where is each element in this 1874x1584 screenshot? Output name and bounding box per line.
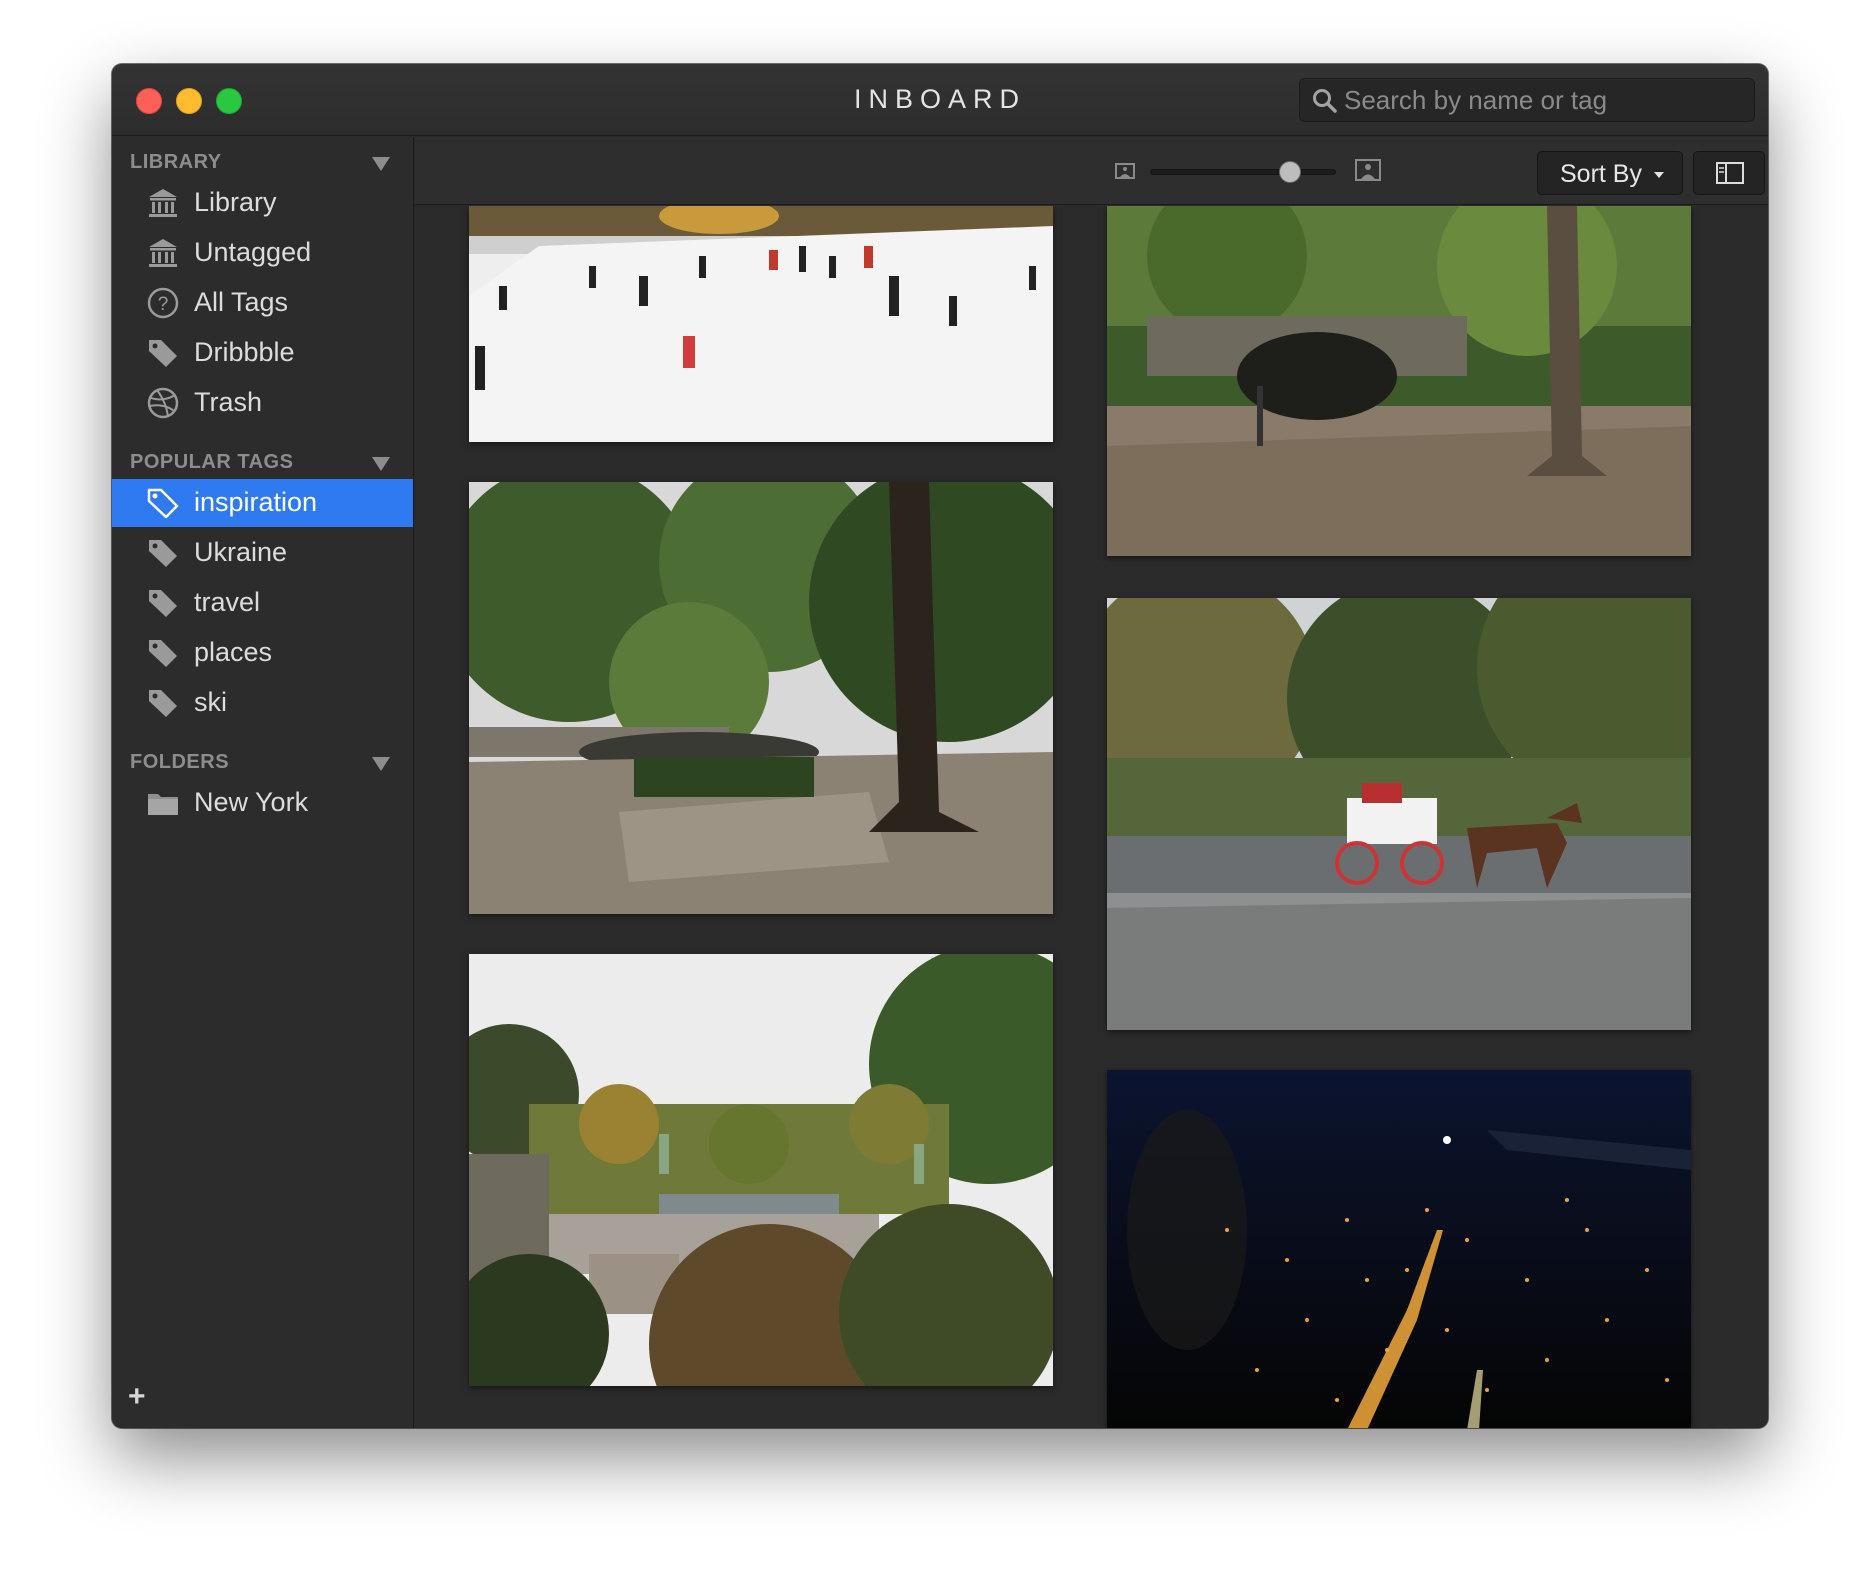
sort-by-label: Sort By [1560, 160, 1642, 188]
sidebar-item-library[interactable]: Library [112, 179, 413, 227]
sidebar-item-label: travel [194, 587, 261, 617]
sort-by-button[interactable]: Sort By [1537, 151, 1683, 195]
sidebar-item-label: ski [194, 687, 227, 717]
ice-rink-image [469, 206, 1053, 442]
library-icon [149, 189, 177, 217]
sidebar: LIBRARY Library Untagged ? All Tags Drib… [112, 137, 414, 1428]
sidebar-item-label: places [194, 637, 273, 667]
sidebar-item-places[interactable]: places [112, 629, 413, 677]
photo-thumbnail-park-trees[interactable] [469, 482, 1053, 914]
sidebar-item-ski[interactable]: ski [112, 679, 413, 727]
sidebar-item-label: Dribbble [194, 337, 295, 367]
sidebar-item-all-tags[interactable]: ? All Tags [112, 279, 413, 327]
zoom-slider-track[interactable] [1150, 169, 1336, 175]
title-bar: INBOARD [112, 64, 1768, 136]
sidebar-item-dribbble[interactable]: Dribbble [112, 329, 413, 377]
section-header-label: LIBRARY [130, 151, 222, 173]
svg-text:?: ? [158, 294, 169, 315]
question-icon: ? [147, 287, 179, 319]
sidebar-left-icon [1716, 162, 1744, 184]
zoom-slider-knob[interactable] [1278, 161, 1301, 183]
search-input[interactable] [1344, 79, 1744, 121]
sidebar-item-label: Ukraine [194, 537, 288, 567]
tag-icon [149, 340, 177, 367]
chevron-down-icon[interactable] [372, 457, 390, 471]
tag-icon [149, 540, 177, 567]
sidebar-item-new-york[interactable]: New York [112, 779, 413, 827]
chevron-down-icon[interactable] [372, 157, 390, 171]
sidebar-item-travel[interactable]: travel [112, 579, 413, 627]
tag-icon [147, 488, 179, 519]
search-icon [1313, 89, 1337, 113]
park-bridge-image [1107, 206, 1691, 556]
sidebar-item-label: Library [194, 187, 277, 217]
tag-icon [149, 590, 177, 617]
sidebar-item-inspiration[interactable]: inspiration [112, 479, 413, 527]
sidebar-item-ukraine[interactable]: Ukraine [112, 529, 413, 577]
night-city-image [1107, 1070, 1691, 1428]
photo-thumbnail-horse-carriage[interactable] [1107, 598, 1691, 1030]
sidebar-item-trash[interactable]: Trash [112, 379, 413, 427]
sidebar-item-label: Trash [194, 387, 263, 417]
photo-thumbnail-ice-rink[interactable] [469, 206, 1053, 442]
toolbar: Sort By [415, 137, 1768, 205]
tag-icon [149, 640, 177, 667]
bethesda-terrace-image [469, 954, 1053, 1386]
section-header-label: FOLDERS [130, 751, 230, 773]
zoom-in-icon[interactable] [1355, 159, 1381, 181]
photo-thumbnail-bethesda-terrace[interactable] [469, 954, 1053, 1386]
tag-icon [149, 690, 177, 717]
add-button[interactable]: + [128, 1382, 158, 1412]
sidebar-item-untagged[interactable]: Untagged [112, 229, 413, 277]
library-icon [149, 239, 177, 267]
park-trees-image [469, 482, 1053, 914]
sidebar-item-label: Untagged [194, 237, 312, 267]
toggle-left-panel-button[interactable] [1693, 151, 1765, 195]
sidebar-item-label: inspiration [194, 487, 318, 517]
app-window: INBOARD LIBRARY Library [112, 64, 1768, 1428]
photo-thumbnail-night-city[interactable] [1107, 1070, 1691, 1428]
sidebar-item-label: All Tags [194, 287, 289, 317]
dribbble-icon [147, 387, 179, 419]
photo-grid [415, 206, 1768, 1428]
folder-icon [148, 794, 178, 815]
sidebar-item-label: New York [194, 787, 309, 817]
section-header-label: POPULAR TAGS [130, 451, 294, 473]
zoom-out-icon[interactable] [1115, 163, 1135, 179]
chevron-down-icon[interactable] [372, 757, 390, 771]
photo-thumbnail-park-bridge[interactable] [1107, 206, 1691, 556]
horse-carriage-image [1107, 598, 1691, 1030]
dropdown-arrow-icon [1654, 172, 1664, 178]
search-box[interactable] [1299, 78, 1755, 122]
